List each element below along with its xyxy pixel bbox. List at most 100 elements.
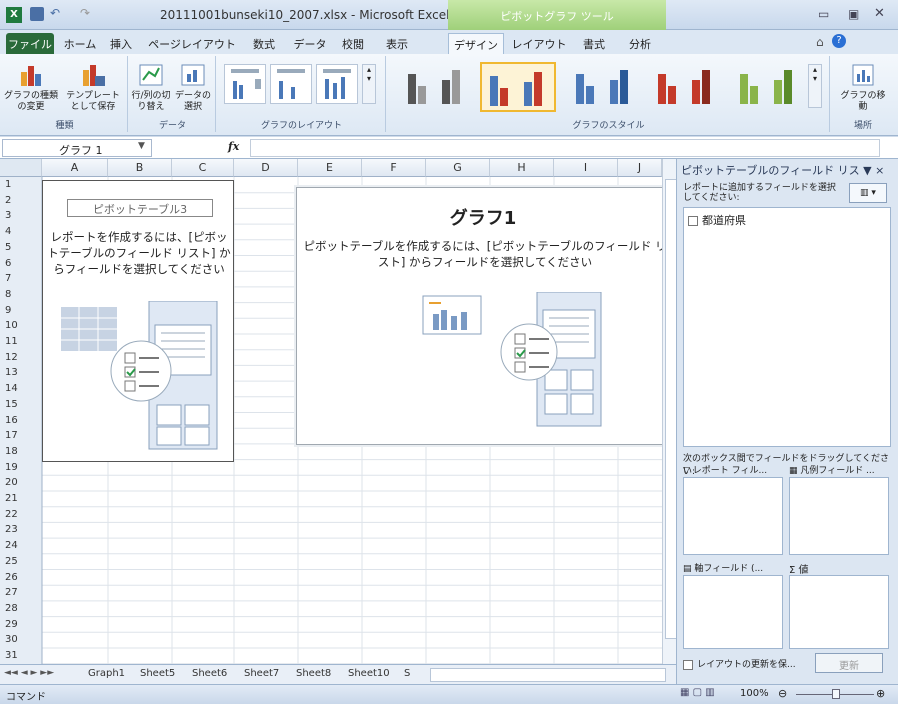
row-header[interactable]: 19 [0,462,42,473]
zoom-slider-thumb[interactable] [832,689,840,699]
row-header[interactable]: 21 [0,493,42,504]
save-template-button[interactable]: テンプレートとして保存 [62,62,124,113]
pivot-chart[interactable]: グラフ1 ピボットテーブルを作成するには、[ピボットテーブルのフィールド リスト… [296,187,670,445]
tab-insert[interactable]: 挿入 [104,33,138,54]
defer-update-checkbox[interactable] [683,659,693,670]
sheet-tab[interactable]: Sheet5 [140,668,175,679]
tab-view[interactable]: 表示 [380,33,414,54]
tab-format[interactable]: 書式 [574,33,614,54]
row-header[interactable]: 29 [0,619,42,630]
minimize-icon[interactable]: ▭ [818,7,829,21]
legend-fields-area[interactable] [789,477,889,555]
row-header[interactable]: 14 [0,383,42,394]
sheet-tab[interactable]: Sheet10 [348,668,390,679]
tab-design[interactable]: デザイン [448,33,504,54]
sheet-nav-icon[interactable]: ◄◄ ◄ ► ►► [4,668,54,678]
row-header[interactable]: 4 [0,226,42,237]
tab-analyze[interactable]: 分析 [620,33,660,54]
switch-row-column-button[interactable]: 行/列の切り替え [130,62,172,113]
row-header[interactable]: 20 [0,477,42,488]
style-option-2-selected[interactable] [480,62,556,112]
row-header[interactable]: 10 [0,320,42,331]
column-header[interactable]: G [426,159,490,177]
row-header[interactable]: 13 [0,367,42,378]
sheet-tab[interactable]: Sheet8 [296,668,331,679]
tab-review[interactable]: 校閲 [336,33,370,54]
ribbon-minimize-icon[interactable]: ⌂ [816,35,824,49]
row-header[interactable]: 6 [0,258,42,269]
row-header[interactable]: 23 [0,524,42,535]
column-header[interactable]: A [42,159,108,177]
tab-formulas[interactable]: 数式 [246,33,282,54]
tab-data[interactable]: データ [290,33,330,54]
row-header[interactable]: 11 [0,336,42,347]
change-chart-type-button[interactable]: グラフの種類の変更 [2,62,60,113]
column-header[interactable]: D [234,159,298,177]
maximize-icon[interactable]: ▣ [848,7,859,21]
update-button[interactable]: 更新 [815,653,883,673]
zoom-in-icon[interactable]: ⊕ [876,687,885,700]
style-option-5[interactable] [730,64,802,108]
move-chart-button[interactable]: グラフの移動 [838,62,888,113]
column-header[interactable]: H [490,159,554,177]
row-header[interactable]: 7 [0,273,42,284]
column-header[interactable]: C [172,159,234,177]
row-header[interactable]: 25 [0,556,42,567]
row-header[interactable]: 5 [0,242,42,253]
row-header[interactable]: 26 [0,572,42,583]
row-header[interactable]: 9 [0,305,42,316]
row-header[interactable]: 12 [0,352,42,363]
name-box[interactable]: グラフ 1 [2,139,152,157]
tab-page-layout[interactable]: ページレイアウト [144,33,240,54]
row-headers[interactable]: 1 2 3 4 5 6 7 8 9 10 11 12 13 14 15 16 17 18 19 20 21 22 23 24 2… [0,177,42,664]
sheet-tab[interactable]: Sheet6 [192,668,227,679]
zoom-out-icon[interactable]: ⊖ [778,687,787,700]
defer-update-option[interactable]: レイアウトの更新を保... [683,657,796,670]
redo-icon[interactable]: ↷ [80,6,90,20]
horizontal-scrollbar[interactable] [430,668,666,682]
tab-layout[interactable]: レイアウト [510,33,568,54]
column-header[interactable]: I [554,159,618,177]
styles-scroll-icon[interactable]: ▴ ▾ [808,64,822,108]
save-icon[interactable] [30,7,44,21]
layout-option-2[interactable] [270,64,312,104]
row-header[interactable]: 31 [0,650,42,661]
report-filter-area[interactable] [683,477,783,555]
undo-icon[interactable]: ↶ [50,6,60,20]
help-icon[interactable]: ? [832,34,846,48]
axis-fields-area[interactable] [683,575,783,649]
sheet-tab[interactable]: Graph1 [88,668,125,679]
sheet-tab[interactable]: S [404,668,410,679]
name-box-dropdown-icon[interactable]: ▼ [138,141,145,151]
field-list-layout-button[interactable]: ▥ ▾ [849,183,887,203]
row-header[interactable]: 2 [0,195,42,206]
row-header[interactable]: 27 [0,587,42,598]
style-option-4[interactable] [648,64,720,108]
column-header[interactable]: E [298,159,362,177]
row-header[interactable]: 8 [0,289,42,300]
row-header[interactable]: 17 [0,430,42,441]
formula-input[interactable] [250,139,880,157]
layout-scroll-icon[interactable]: ▴ ▾ [362,64,376,104]
column-header[interactable]: J [618,159,662,177]
tab-file[interactable]: ファイル [6,33,54,54]
values-area[interactable] [789,575,889,649]
row-header[interactable]: 15 [0,399,42,410]
row-header[interactable]: 18 [0,446,42,457]
function-icon[interactable]: fx [228,140,239,153]
row-header[interactable]: 28 [0,603,42,614]
row-header[interactable]: 24 [0,540,42,551]
sheet-tab[interactable]: Sheet7 [244,668,279,679]
view-buttons-icon[interactable]: ▦ ▢ ▥ [680,687,732,701]
column-header[interactable]: B [108,159,172,177]
select-data-button[interactable]: データの選択 [172,62,214,113]
worksheet-grid[interactable]: A B C D E F G H I J 1 2 3 4 5 6 7 8 9 10 11 12 13 14 1… [0,159,678,664]
row-header[interactable]: 30 [0,634,42,645]
row-header[interactable]: 1 [0,179,42,190]
style-option-3[interactable] [566,64,638,108]
style-option-1[interactable] [398,64,470,108]
layout-option-1[interactable] [224,64,266,104]
row-header[interactable]: 22 [0,509,42,520]
layout-option-3[interactable] [316,64,358,104]
close-icon[interactable]: ✕ [874,6,885,21]
